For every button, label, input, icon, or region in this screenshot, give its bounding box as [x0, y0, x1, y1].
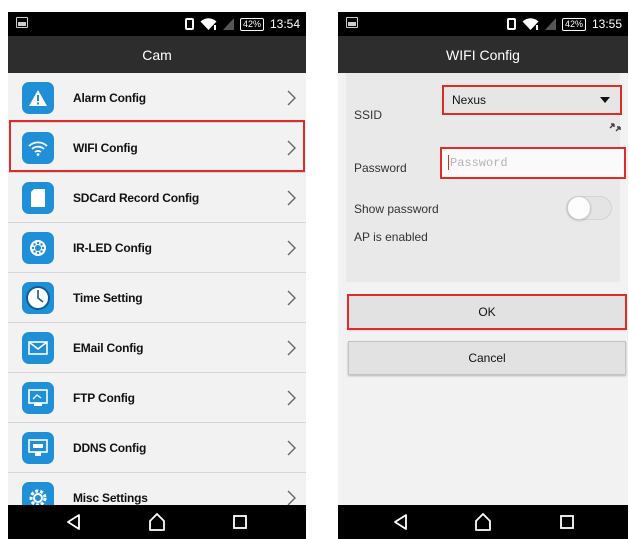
chevron-right-icon [287, 390, 296, 406]
email-icon [22, 332, 54, 364]
sdcard-icon [22, 182, 54, 214]
navigation-bar [338, 505, 628, 539]
ssid-label: SSID [354, 108, 383, 122]
chevron-right-icon [287, 290, 296, 306]
chevron-right-icon [287, 190, 296, 206]
screenshot-notification-icon [16, 17, 28, 28]
vibrate-icon [184, 18, 194, 30]
status-bar: 42% 13:54 [8, 12, 306, 36]
battery-indicator: 42% [561, 17, 586, 31]
ir-led-icon [22, 232, 54, 264]
page-title: Cam [8, 36, 306, 73]
clock-time: 13:54 [269, 17, 300, 31]
chevron-right-icon [287, 490, 296, 506]
chevron-right-icon [287, 90, 296, 106]
ssid-dropdown[interactable]: Nexus [442, 85, 622, 115]
settings-item-ir-led-config[interactable]: IR-LED Config [8, 223, 306, 273]
ftp-icon [22, 382, 54, 414]
settings-item-label: EMail Config [73, 341, 144, 355]
settings-item-label: Alarm Config [73, 91, 146, 105]
status-bar: 42% 13:55 [338, 12, 628, 36]
cancel-button[interactable]: Cancel [348, 341, 626, 375]
settings-item-label: IR-LED Config [73, 241, 152, 255]
wifi-config-screen: 42% 13:55 WIFI Config SSID Nexus Passwor… [338, 12, 628, 539]
settings-item-label: SDCard Record Config [73, 191, 200, 205]
show-password-toggle[interactable] [566, 196, 612, 220]
clock-icon [22, 282, 54, 314]
show-password-label: Show password [354, 202, 439, 216]
back-icon[interactable] [64, 512, 84, 532]
chevron-right-icon [287, 240, 296, 256]
recents-icon[interactable] [557, 512, 577, 532]
battery-indicator: 42% [239, 17, 264, 31]
toggle-knob [567, 196, 591, 220]
settings-item-label: Time Setting [73, 291, 143, 305]
cell-signal-icon [544, 18, 556, 30]
settings-item-label: FTP Config [73, 391, 135, 405]
page-title: WIFI Config [338, 36, 628, 73]
wifi-signal-icon [200, 18, 217, 30]
ok-button-highlight [347, 294, 627, 330]
settings-item-email-config[interactable]: EMail Config [8, 323, 306, 373]
dropdown-arrow-icon [600, 97, 610, 103]
screenshot-notification-icon [346, 17, 358, 28]
navigation-bar [8, 505, 306, 539]
wifi-config-highlight [9, 120, 305, 172]
clock-time: 13:55 [591, 17, 622, 31]
recents-icon[interactable] [230, 512, 250, 532]
home-icon[interactable] [473, 512, 493, 532]
text-cursor [448, 155, 449, 170]
settings-item-ddns-config[interactable]: DDNS Config [8, 423, 306, 473]
scan-refresh-icon[interactable] [608, 119, 622, 133]
vibrate-icon [506, 18, 516, 30]
settings-item-ftp-config[interactable]: FTP Config [8, 373, 306, 423]
settings-item-sdcard-record-config[interactable]: SDCard Record Config [8, 173, 306, 223]
settings-item-alarm-config[interactable]: Alarm Config [8, 73, 306, 123]
chevron-right-icon [287, 440, 296, 456]
home-icon[interactable] [147, 512, 167, 532]
password-field[interactable] [440, 147, 626, 179]
settings-item-label: DDNS Config [73, 441, 147, 455]
cell-signal-icon [222, 18, 234, 30]
settings-item-time-setting[interactable]: Time Setting [8, 273, 306, 323]
back-icon[interactable] [391, 512, 411, 532]
warning-icon [22, 82, 54, 114]
password-label: Password [354, 161, 407, 175]
wifi-signal-icon [522, 18, 539, 30]
chevron-right-icon [287, 340, 296, 356]
ap-status-text: AP is enabled [354, 230, 428, 244]
ssid-selected-value: Nexus [452, 93, 487, 107]
ddns-icon [22, 432, 54, 464]
cam-settings-screen: 42% 13:54 Cam Alarm Config WIFI Config S… [8, 12, 306, 539]
